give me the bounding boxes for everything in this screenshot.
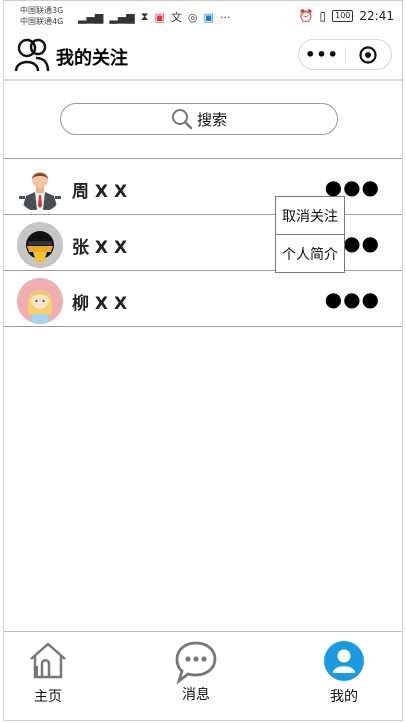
carrier-1: 中国联通3G (20, 6, 64, 15)
app-frame: 中国联通3G 中国联通4G ▂▄▆ ▂▄▆ ⧗ ▣ 文 ◎ ▣ ··· ⏰ ▯ … (3, 0, 403, 721)
list-item[interactable]: 柳 X X ●●● (4, 270, 402, 327)
home-icon (30, 642, 66, 679)
target-icon (359, 45, 377, 64)
header-divider (4, 79, 402, 81)
carrier-info: 中国联通3G 中国联通4G (20, 5, 63, 27)
status-icons: ▂▄▆ ▂▄▆ ⧗ ▣ 文 ◎ ▣ ··· (78, 9, 230, 25)
avatar (17, 222, 63, 268)
app-notification-icon-2: ▣ (203, 10, 214, 24)
search-label: 搜索 (196, 110, 227, 129)
app-notification-icon: ▣ (154, 10, 165, 24)
blonde-girl-icon (17, 278, 63, 324)
translate-icon: 文 (170, 11, 182, 24)
more-options-button[interactable]: ●●● (325, 287, 380, 311)
contact-name: 周 X X (72, 182, 128, 202)
hourglass-icon: ⧗ (140, 10, 149, 23)
unfollow-menu-item[interactable]: 取消关注 (276, 197, 344, 234)
carrier-2: 中国联通4G (20, 17, 64, 26)
contact-name: 柳 X X (72, 294, 128, 314)
bottom-tab-bar: 主页 消息 我的 (4, 631, 402, 720)
tab-messages-label: 消息 (182, 687, 210, 703)
status-right: ⏰ ▯ 100 22:41 (299, 9, 394, 23)
page-header: 我的关注 ••• (4, 31, 402, 79)
helmet-person-icon (17, 222, 63, 268)
status-bar: 中国联通3G 中国联通4G ▂▄▆ ▂▄▆ ⧗ ▣ 文 ◎ ▣ ··· ⏰ ▯ … (4, 1, 402, 31)
avatar (17, 278, 63, 324)
close-target-button[interactable] (345, 40, 391, 69)
man-in-suit-icon (17, 166, 63, 212)
more-notifications-icon: ··· (219, 10, 231, 24)
more-button[interactable]: ••• (299, 40, 345, 69)
battery-icon: 100 (332, 10, 354, 22)
clock: 22:41 (359, 9, 394, 23)
vibrate-icon: ▯ (319, 9, 327, 23)
search-icon (171, 109, 193, 130)
contact-name: 张 X X (72, 238, 128, 258)
search-bar[interactable]: 搜索 (60, 103, 338, 135)
users-icon (14, 37, 50, 77)
message-icon (175, 641, 217, 685)
options-popup-menu: 取消关注 个人简介 (275, 196, 345, 273)
tab-messages[interactable]: 消息 (156, 640, 236, 704)
signal-icon: ▂▄▆ (78, 10, 104, 24)
page-title: 我的关注 (56, 48, 128, 69)
alarm-icon: ⏰ (298, 9, 314, 23)
miniprogram-capsule: ••• (298, 39, 392, 70)
tab-mine[interactable]: 我的 (304, 640, 384, 706)
profile-menu-item[interactable]: 个人简介 (276, 234, 344, 272)
browser-icon: ◎ (187, 10, 198, 24)
tab-home-label: 主页 (34, 689, 62, 705)
tab-home[interactable]: 主页 (8, 640, 88, 706)
user-icon (324, 641, 364, 681)
signal-icon-2: ▂▄▆ (109, 10, 135, 24)
avatar (17, 166, 63, 212)
tab-mine-label: 我的 (330, 689, 358, 705)
